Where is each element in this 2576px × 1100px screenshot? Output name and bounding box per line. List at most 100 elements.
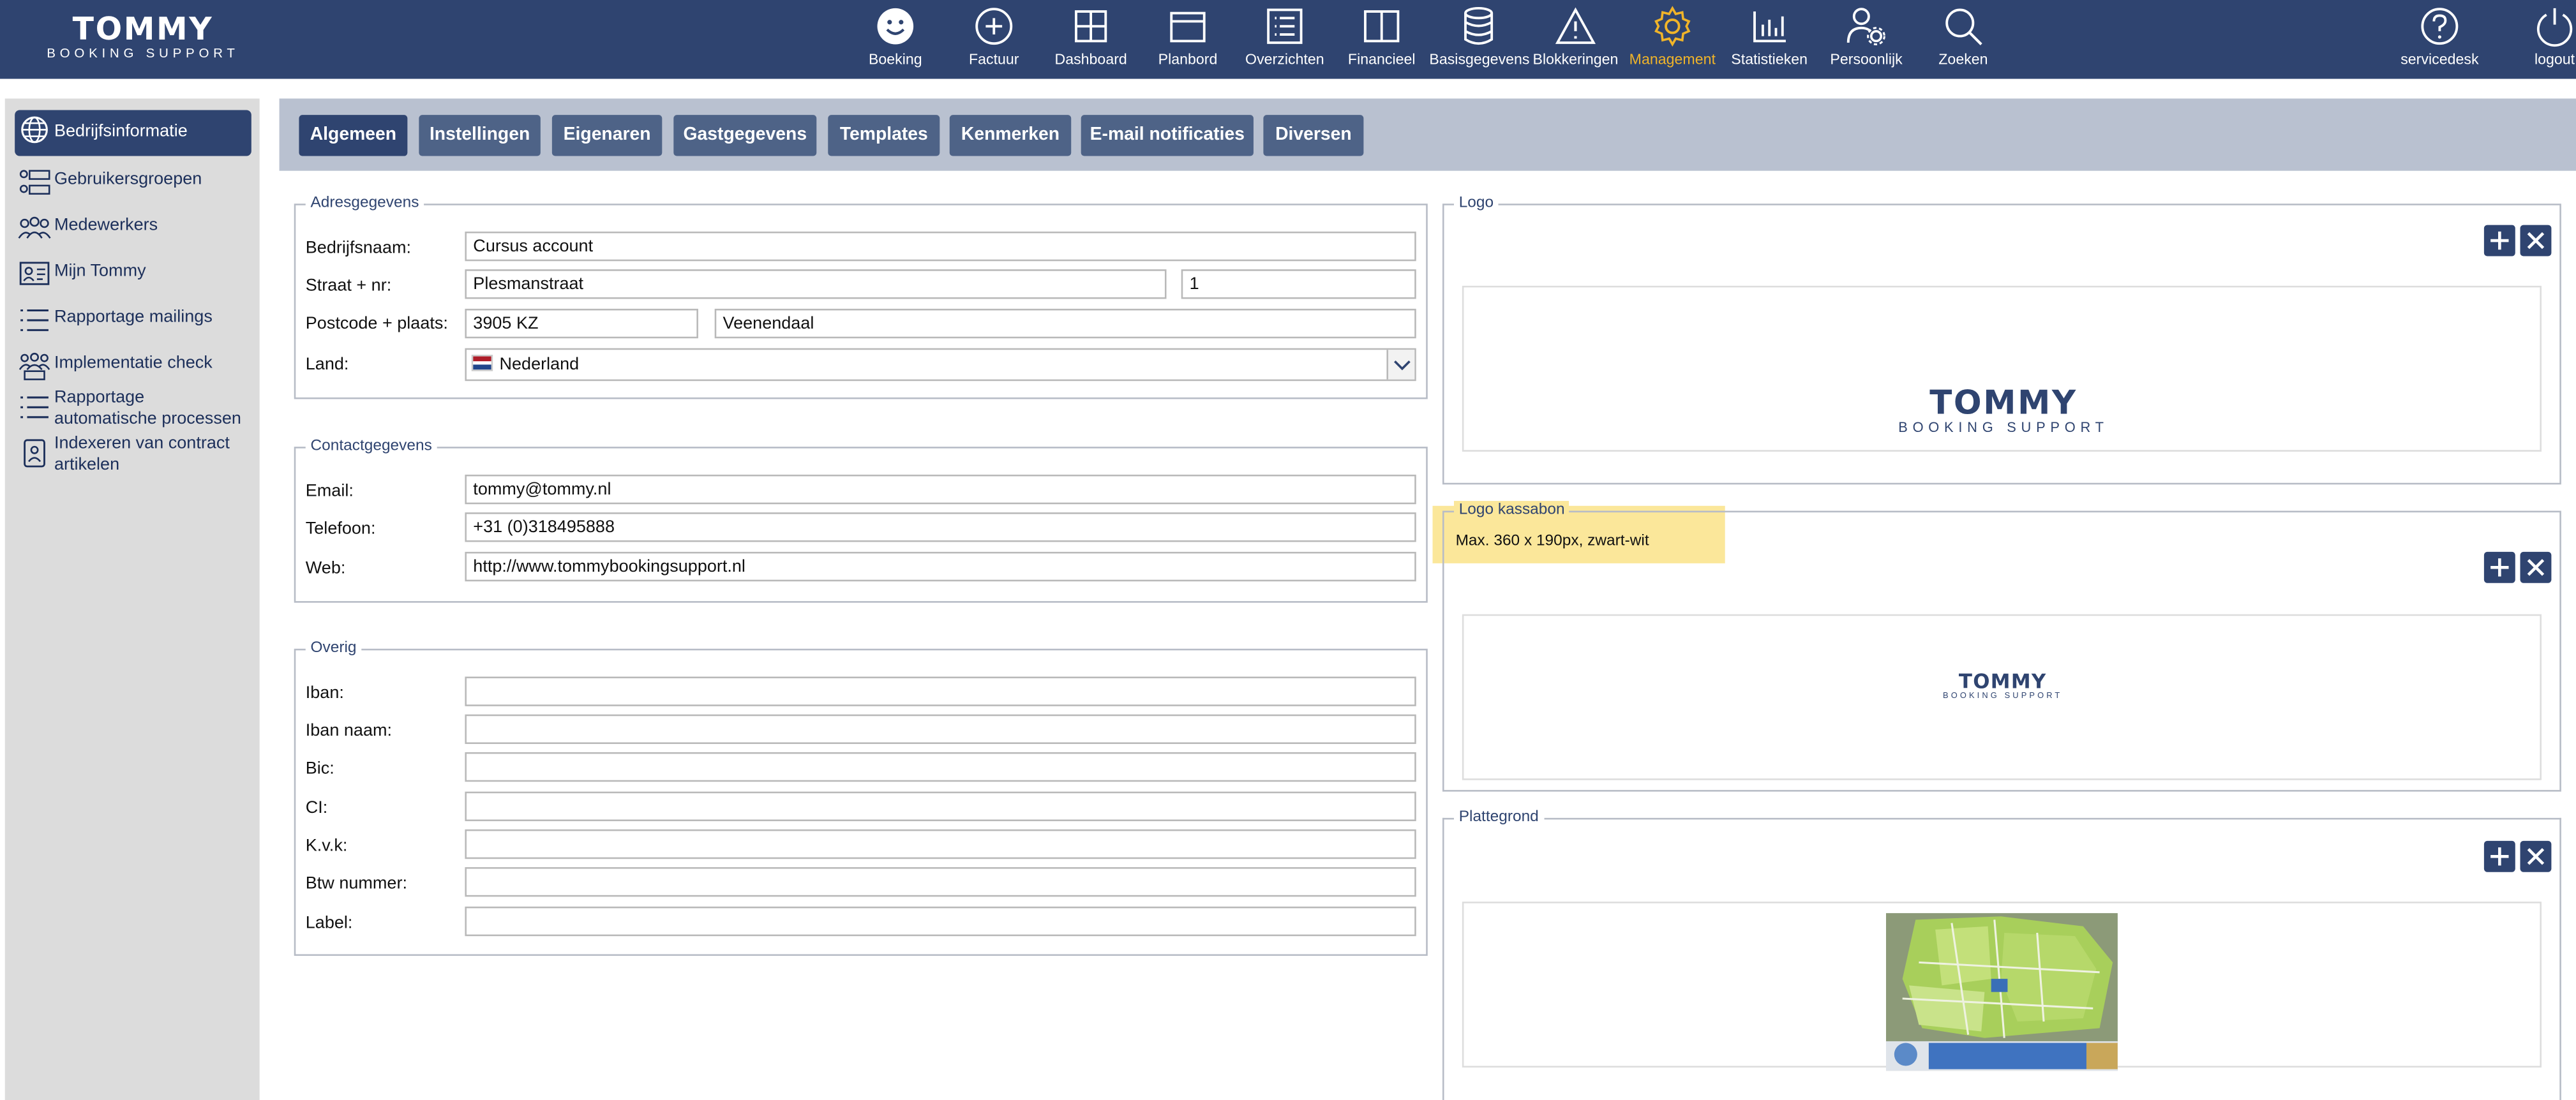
sidebar-item-gebruikersgroepen[interactable]: Gebruikersgroepen <box>15 163 251 199</box>
nav-dashboard[interactable]: Dashboard <box>1048 0 1134 79</box>
nav-planbord[interactable]: Planbord <box>1145 0 1231 79</box>
nav-label: Planbord <box>1158 50 1218 68</box>
country-select[interactable]: Nederland <box>465 348 1416 382</box>
street-label: Straat + nr: <box>305 276 392 296</box>
add-floorplan-button[interactable] <box>2483 840 2515 872</box>
vat-number-field[interactable] <box>465 867 1416 897</box>
postal-city-label: Postcode + plaats: <box>305 313 448 334</box>
sidebar-item-rapportage-automatische-processen[interactable]: Rapportage automatische processen <box>15 387 251 433</box>
iban-field[interactable] <box>465 676 1416 706</box>
phone-field[interactable]: +31 (0)318495888 <box>465 512 1416 542</box>
nav-label: Overzichten <box>1245 50 1324 68</box>
tab-instellingen[interactable]: Instellingen <box>419 115 541 156</box>
list-icon <box>1267 8 1303 44</box>
nav-label: Factuur <box>968 50 1019 68</box>
tab-email-notificaties[interactable]: E-mail notificaties <box>1081 115 1254 156</box>
nav-servicedesk[interactable]: servicedesk <box>2395 0 2484 79</box>
nav-label: Dashboard <box>1054 50 1127 68</box>
tab-templates[interactable]: Templates <box>828 115 940 156</box>
email-field[interactable]: tommy@tommy.nl <box>465 474 1416 505</box>
groups-icon <box>19 170 50 195</box>
brand-subtitle: BOOKING SUPPORT <box>47 46 239 61</box>
brand-logo[interactable]: TOMMY BOOKING SUPPORT <box>36 13 250 63</box>
tab-algemeen[interactable]: Algemeen <box>299 115 408 156</box>
ci-field[interactable] <box>465 791 1416 821</box>
add-logo-button[interactable] <box>2483 225 2515 256</box>
nav-label: Zoeken <box>1938 50 1988 68</box>
tab-eigenaren[interactable]: Eigenaren <box>551 115 663 156</box>
nav-label: Boeking <box>868 50 922 68</box>
sidebar-item-mijn-tommy[interactable]: Mijn Tommy <box>15 255 251 291</box>
sidebar-item-rapportage-mailings[interactable]: Rapportage mailings <box>15 301 251 337</box>
nav-zoeken[interactable]: Zoeken <box>1922 0 2005 79</box>
web-field[interactable]: http://www.tommybookingsupport.nl <box>465 551 1416 582</box>
sidebar-item-indexeren-contract-artikelen[interactable]: Indexeren van contract artikelen <box>15 434 251 480</box>
close-icon <box>2527 559 2545 576</box>
receipt-logo-image-sub: BOOKING SUPPORT <box>1942 691 2063 702</box>
street-input[interactable]: Plesmanstraat <box>465 269 1167 299</box>
nav-blokkeringen[interactable]: Blokkeringen <box>1531 0 1620 79</box>
chevron-down-icon[interactable] <box>1386 350 1415 380</box>
company-label: Bedrijfsnaam: <box>305 238 412 258</box>
help-icon <box>2421 8 2459 45</box>
nav-basisgegevens[interactable]: Basisgegevens <box>1429 0 1530 79</box>
nav-label: servicedesk <box>2400 50 2479 68</box>
tab-kenmerken[interactable]: Kenmerken <box>949 115 1072 156</box>
bic-field[interactable] <box>465 752 1416 782</box>
postal-code-input[interactable]: 3905 KZ <box>465 308 698 339</box>
book-icon <box>1364 10 1400 43</box>
database-icon <box>1464 6 1494 45</box>
bic-label: Bic: <box>305 759 334 779</box>
brand-name: TOMMY <box>72 11 214 48</box>
sidebar-item-medewerkers[interactable]: Medewerkers <box>15 209 251 245</box>
nav-boeking[interactable]: Boeking <box>854 0 936 79</box>
sidebar-item-label: Mijn Tommy <box>54 261 146 281</box>
nav-label: Persoonlijk <box>1830 50 1903 68</box>
sidebar-item-implementatie-check[interactable]: Implementatie check <box>15 346 251 383</box>
receipt-logo-image: TOMMY BOOKING SUPPORT <box>1927 672 2078 703</box>
sidebar-item-label: Indexeren van contract artikelen <box>54 433 230 475</box>
people-check-icon <box>19 352 50 380</box>
plus-circle-icon <box>975 8 1013 45</box>
sidebar-item-bedrijfsinformatie[interactable]: Bedrijfsinformatie <box>15 110 251 156</box>
remove-logo-button[interactable] <box>2520 225 2552 256</box>
nav-overzichten[interactable]: Overzichten <box>1240 0 1329 79</box>
user-gear-icon <box>1846 8 1885 46</box>
tab-gastgegevens[interactable]: Gastgegevens <box>673 115 817 156</box>
list-icon <box>20 396 49 419</box>
nav-management[interactable]: Management <box>1626 0 1718 79</box>
logo-image-box: TOMMY BOOKING SUPPORT <box>1462 285 2542 452</box>
people-icon <box>18 216 51 239</box>
country-select-value: Nederland <box>499 354 580 375</box>
iban-name-field[interactable] <box>465 714 1416 745</box>
nav-statistieken[interactable]: Statistieken <box>1725 0 1814 79</box>
city-input[interactable]: Veenendaal <box>714 308 1416 339</box>
close-icon <box>2527 848 2545 865</box>
plus-icon <box>2490 558 2509 577</box>
sidebar: Bedrijfsinformatie Gebruikersgroepen Med… <box>4 98 260 1100</box>
email-label: Email: <box>305 481 354 502</box>
kvk-field[interactable] <box>465 829 1416 859</box>
floorplan-legend: Plattegrond <box>1453 808 1544 828</box>
list-icon <box>20 309 49 331</box>
nav-financieel[interactable]: Financieel <box>1339 0 1425 79</box>
company-name-input[interactable]: Cursus account <box>465 231 1416 262</box>
iban-name-label: Iban naam: <box>305 720 393 741</box>
add-receipt-logo-button[interactable] <box>2483 551 2515 583</box>
logo-image-sub: BOOKING SUPPORT <box>1898 419 2109 436</box>
remove-receipt-logo-button[interactable] <box>2520 551 2552 583</box>
label-field[interactable] <box>465 906 1416 937</box>
house-number-input[interactable]: 1 <box>1181 269 1416 299</box>
other-legend: Overig <box>305 639 362 659</box>
remove-floorplan-button[interactable] <box>2520 840 2552 872</box>
top-nav-bar: TOMMY BOOKING SUPPORT Boeking Factuur Da… <box>0 0 2576 79</box>
nav-factuur[interactable]: Factuur <box>953 0 1035 79</box>
nav-label: Basisgegevens <box>1429 50 1530 68</box>
nav-logout[interactable]: logout <box>2513 0 2576 79</box>
nav-persoonlijk[interactable]: Persoonlijk <box>1820 0 1912 79</box>
tab-diversen[interactable]: Diversen <box>1263 115 1364 156</box>
receipt-logo-image-box: TOMMY BOOKING SUPPORT <box>1462 614 2542 780</box>
globe-icon <box>21 116 48 144</box>
sidebar-item-label: Rapportage mailings <box>54 307 213 327</box>
power-icon <box>2536 8 2573 47</box>
